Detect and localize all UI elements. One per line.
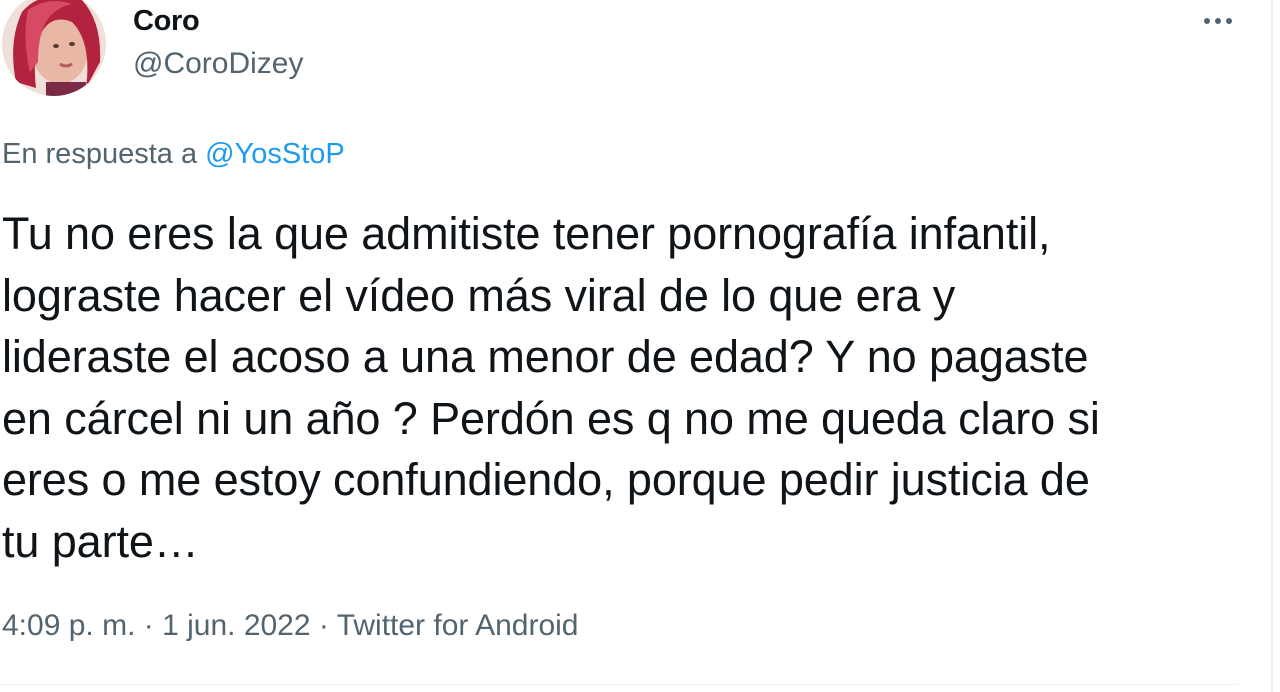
scrollbar-edge <box>1271 0 1273 692</box>
display-name[interactable]: Coro <box>133 4 200 38</box>
divider <box>0 684 1238 685</box>
user-handle[interactable]: @CoroDizey <box>133 46 304 82</box>
more-horizontal-icon <box>1204 18 1210 24</box>
more-options-button[interactable] <box>1196 6 1240 36</box>
tweet-text: Tu no eres la que admitiste tener pornog… <box>2 208 1100 567</box>
more-horizontal-icon <box>1215 18 1221 24</box>
more-horizontal-icon <box>1226 18 1232 24</box>
meta-separator: · <box>143 609 154 642</box>
tweet-date-link[interactable]: 1 jun. 2022 <box>162 609 310 642</box>
meta-separator: · <box>318 609 329 642</box>
avatar[interactable] <box>2 0 106 96</box>
tweet-source-link[interactable]: Twitter for Android <box>337 609 579 642</box>
reply-prefix: En respuesta a <box>2 138 198 170</box>
reply-context: En respuesta a @YosStoP <box>2 136 345 172</box>
tweet-metadata: 4:09 p. m. · 1 jun. 2022 · Twitter for A… <box>2 606 578 646</box>
tweet-time-link[interactable]: 4:09 p. m. <box>2 609 135 642</box>
avatar-image <box>2 0 106 96</box>
reply-mention-link[interactable]: @YosStoP <box>205 138 345 170</box>
tweet: Coro @CoroDizey En respuesta a @YosStoP … <box>0 0 1280 692</box>
